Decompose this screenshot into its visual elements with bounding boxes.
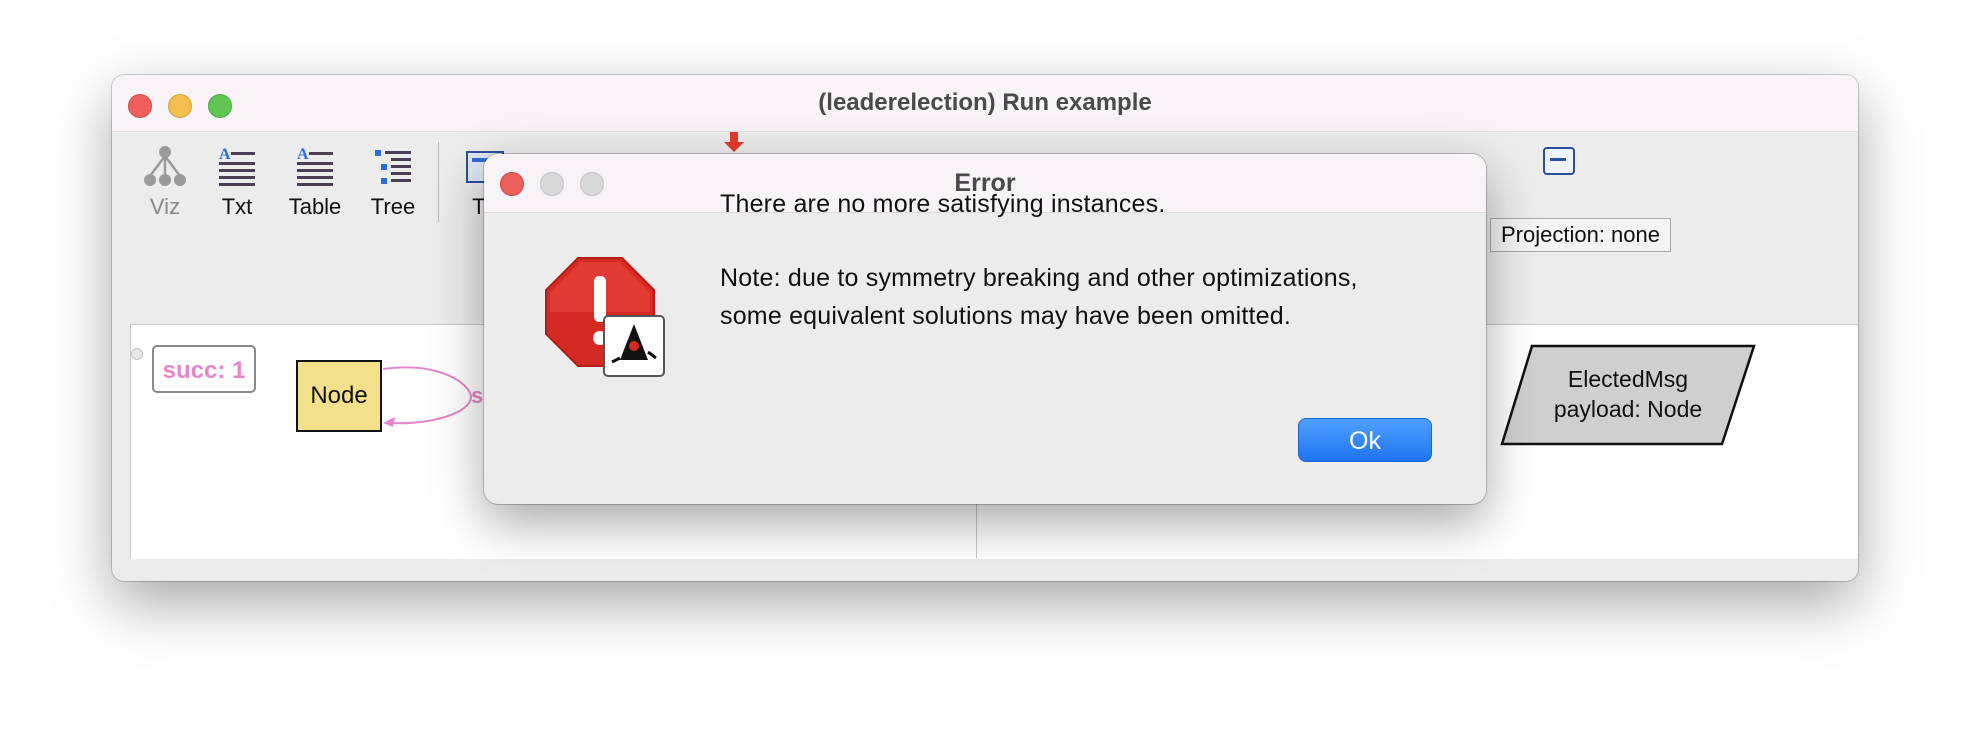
split-handle[interactable] — [131, 348, 143, 360]
succ-label-box: succ: 1 — [152, 345, 256, 393]
elected-msg-atom[interactable]: ElectedMsg payload: Node — [1500, 344, 1756, 446]
dialog-message-line1: There are no more satisfying instances. — [720, 190, 1166, 218]
table-icon: A — [282, 140, 348, 192]
projection-dropdown[interactable]: Projection: none — [1490, 218, 1671, 252]
tree-icon — [360, 140, 426, 192]
dialog-message-line3: some equivalent solutions may have been … — [720, 302, 1292, 330]
error-stop-java-icon — [542, 254, 672, 384]
toolbar-separator — [438, 142, 439, 222]
elected-msg-payload: payload: Node — [1553, 396, 1703, 422]
tree-button[interactable]: Tree — [360, 140, 426, 220]
run-icon[interactable] — [716, 132, 756, 156]
svg-text:A: A — [219, 146, 231, 163]
txt-button[interactable]: A Txt — [204, 140, 270, 220]
text-icon: A — [204, 140, 270, 192]
node-atom[interactable]: Node — [296, 360, 382, 432]
elected-msg-name: ElectedMsg — [1567, 366, 1689, 392]
error-dialog: Error There are no more satisfying insta… — [484, 154, 1486, 504]
script-icon[interactable] — [1540, 144, 1580, 180]
table-button[interactable]: A Table — [282, 140, 348, 220]
ok-button[interactable]: Ok — [1298, 418, 1432, 462]
dialog-message-line2: Note: due to symmetry breaking and other… — [720, 264, 1358, 292]
svg-text:A: A — [297, 146, 309, 163]
viz-graph-icon — [132, 140, 198, 192]
window-title: (leaderelection) Run example — [818, 89, 1152, 116]
window-titlebar: (leaderelection) Run example — [112, 75, 1858, 132]
viz-button[interactable]: Viz — [132, 140, 198, 220]
